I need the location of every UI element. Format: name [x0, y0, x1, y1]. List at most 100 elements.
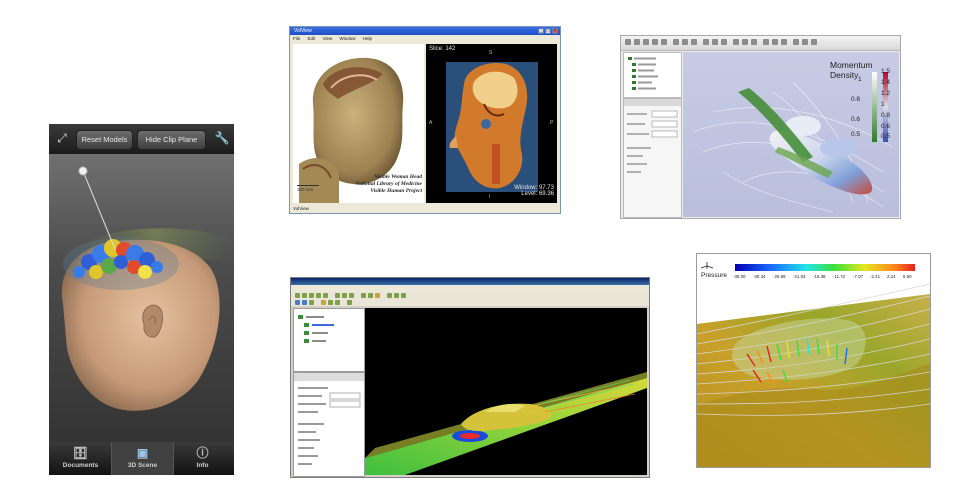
colorbar-tick: -11.72	[833, 274, 846, 279]
left-colorbar-tick: 0.8	[851, 96, 861, 103]
toolbar-icon[interactable]	[643, 39, 649, 45]
pressure-colorbar	[735, 264, 915, 271]
head-3d-render[interactable]	[49, 154, 234, 442]
probe-handle	[78, 166, 88, 176]
right-colorbar-tick: 0.5	[881, 133, 891, 140]
orientation-bottom: I	[489, 194, 491, 200]
menu-edit[interactable]: Edit	[308, 36, 316, 41]
menu-window[interactable]: Window	[340, 36, 356, 41]
right-colorbar-tick: 1	[881, 101, 885, 108]
colorbar-tick: -30.34	[753, 274, 766, 279]
menu-view[interactable]: View	[323, 36, 333, 41]
right-colorbar-tick: 1.2	[881, 90, 891, 97]
toolbar-row	[291, 292, 649, 299]
toolbar-icon[interactable]	[652, 39, 658, 45]
properties-form	[624, 99, 681, 173]
slice-label: Slice: 142	[429, 46, 456, 52]
scale-bar	[297, 185, 319, 186]
sagittal-slice	[446, 62, 538, 192]
toolbar-icon[interactable]	[703, 39, 709, 45]
toolbar-icon[interactable]	[742, 39, 748, 45]
mobile-3d-app: ⤢ Reset Models Hide Clip Plane 🔧 🗄 Docum…	[49, 124, 234, 475]
window-titlebar: VolView	[290, 27, 560, 35]
window-titlebar	[291, 278, 649, 285]
properties-form	[294, 373, 364, 465]
orientation-right: P	[550, 120, 554, 126]
toolbar-icon[interactable]	[763, 39, 769, 45]
momentum-viewer-window: Momentum Density 1 0.8 0.6 0.5 1.5 1.4 1…	[620, 35, 901, 219]
right-colorbar-tick: 0.8	[881, 112, 891, 119]
toolbar-icon[interactable]	[721, 39, 727, 45]
toolbar-icon[interactable]	[682, 39, 688, 45]
pipeline-browser[interactable]	[623, 52, 682, 98]
toolbar-icon[interactable]	[793, 39, 799, 45]
tab-info[interactable]: ⓘ Info	[172, 442, 233, 475]
wrench-icon[interactable]: 🔧	[214, 129, 230, 147]
scene-icon: ▣	[136, 446, 149, 460]
menu-bar	[291, 285, 649, 292]
window-level-readout: Window: 97.73 Level: 69.36	[514, 185, 554, 197]
pressure-viewer: Pressure -35.00 -30.34 -25.69 -21.03 -16…	[696, 253, 931, 468]
pipeline-tree	[628, 57, 658, 90]
car-flow-render	[365, 372, 647, 475]
properties-panel[interactable]	[293, 372, 365, 477]
colorbar-tick: -2.41	[870, 274, 881, 279]
colorbar-tick: 2.24	[887, 274, 896, 279]
axes-triad-icon	[700, 262, 714, 269]
toolbar-icon[interactable]	[673, 39, 679, 45]
pipeline-browser[interactable]	[293, 308, 365, 372]
tab-documents[interactable]: 🗄 Documents	[50, 442, 111, 475]
toolbar-icon[interactable]	[661, 39, 667, 45]
right-colorbar-tick: 1.4	[881, 79, 891, 86]
reset-models-button[interactable]: Reset Models	[76, 130, 133, 150]
right-colorbar-tick: 0.6	[881, 123, 891, 130]
maximize-button[interactable]: □	[545, 28, 551, 34]
slice-view-pane[interactable]: Slice: 142 S A P I Window: 97.73 Level: …	[426, 44, 557, 203]
menu-bar: File Edit View Window Help	[290, 35, 560, 43]
toolbar-icon[interactable]	[781, 39, 787, 45]
colorbar-tick: -16.38	[813, 274, 826, 279]
3d-view-pane[interactable]: 100 mm Visible Woman Head National Libra…	[293, 44, 424, 203]
toolbar-icon[interactable]	[634, 39, 640, 45]
status-bar: VolView	[290, 204, 560, 213]
toolbar-row	[291, 299, 649, 306]
colorbar-tick: 6.90	[903, 274, 912, 279]
colorbar-tick: -7.07	[853, 274, 864, 279]
pressure-render[interactable]	[697, 254, 930, 467]
toolbar-icon[interactable]	[802, 39, 808, 45]
colorbar-tick: -25.69	[773, 274, 786, 279]
scale-label: 100 mm	[297, 187, 314, 192]
colorbar-tick: -35.00	[733, 274, 746, 279]
expand-icon[interactable]: ⤢	[54, 129, 70, 147]
properties-panel[interactable]	[623, 98, 682, 218]
car-cfd-window	[290, 277, 650, 478]
volume-viewer-window: VolView _ □ × File Edit View Window Help…	[289, 26, 561, 214]
dataset-caption: Visible Woman Head National Library of M…	[355, 174, 422, 194]
toolbar-icon[interactable]	[733, 39, 739, 45]
info-icon: ⓘ	[196, 446, 209, 460]
orientation-left: A	[429, 120, 433, 126]
toolbar-icon[interactable]	[772, 39, 778, 45]
toolbar-icon[interactable]	[625, 39, 631, 45]
toolbar-icon[interactable]	[712, 39, 718, 45]
toolbar-icon[interactable]	[691, 39, 697, 45]
pipeline-tree	[298, 315, 334, 343]
left-colorbar-tick: 1	[858, 76, 862, 83]
documents-icon: 🗄	[72, 446, 89, 460]
minimize-button[interactable]: _	[538, 28, 544, 34]
toolbar-icon[interactable]	[811, 39, 817, 45]
orientation-top: S	[489, 50, 493, 56]
toolbar	[621, 36, 900, 51]
menu-help[interactable]: Help	[363, 36, 372, 41]
tab-3d-scene[interactable]: ▣ 3D Scene	[111, 442, 174, 475]
right-colorbar-tick: 1.5	[881, 68, 891, 75]
colorbar-tick: -21.03	[793, 274, 806, 279]
hide-clip-plane-button[interactable]: Hide Clip Plane	[137, 130, 206, 150]
3d-render-view[interactable]	[365, 308, 647, 475]
toolbar-icon[interactable]	[751, 39, 757, 45]
close-button[interactable]: ×	[552, 28, 558, 34]
colorbar-label: Pressure	[701, 272, 728, 279]
left-colorbar-tick: 0.5	[851, 131, 861, 138]
left-colorbar-tick: 0.6	[851, 116, 861, 123]
menu-file[interactable]: File	[293, 36, 300, 41]
